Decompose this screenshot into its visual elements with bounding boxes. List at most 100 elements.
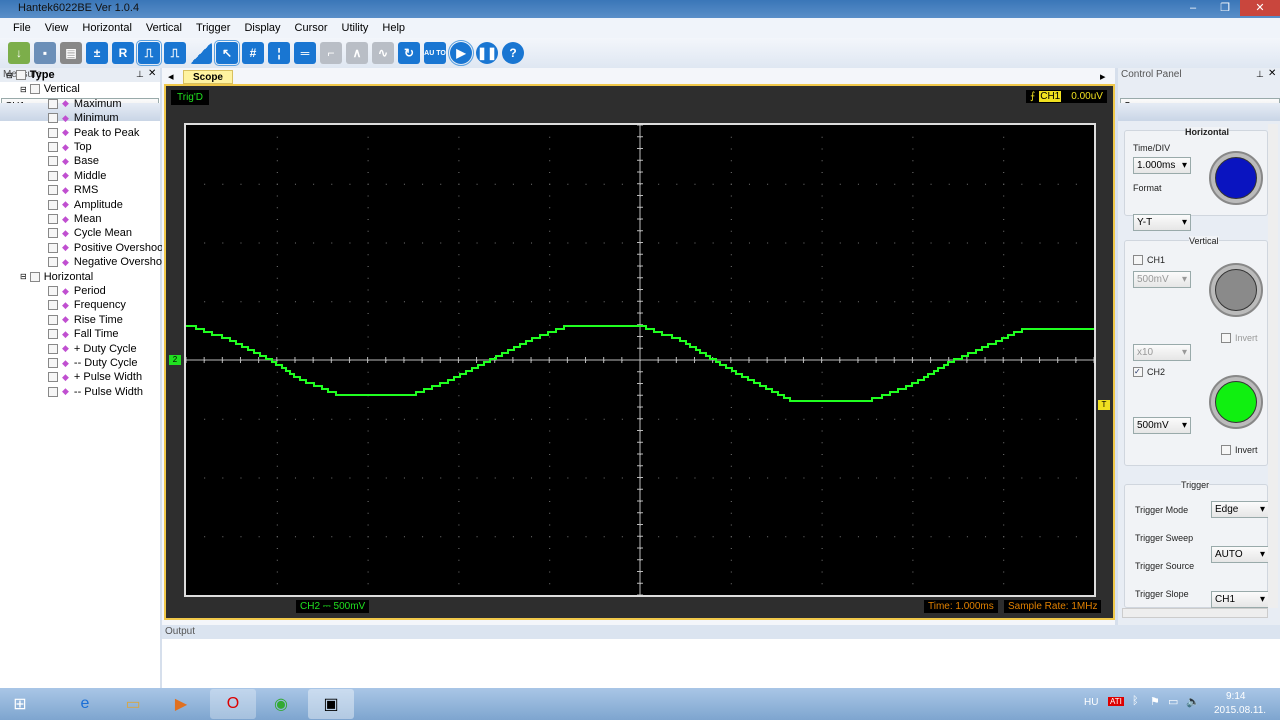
auto-icon[interactable]: AU TO (424, 42, 446, 64)
flag-icon[interactable]: ⚑ (1150, 695, 1160, 708)
ch2-invert-checkbox[interactable] (1221, 445, 1231, 455)
measure-item[interactable]: ◆ Mean (48, 212, 101, 226)
menu-vertical[interactable]: Vertical (146, 22, 182, 34)
measure-item[interactable]: ◆ Minimum (48, 111, 119, 125)
opera-icon[interactable]: O (210, 689, 256, 719)
start-button[interactable]: ⊞ (0, 689, 40, 719)
measure-item[interactable]: ◆ Peak to Peak (48, 126, 139, 140)
trigger-source-select[interactable]: CH1 (1211, 591, 1269, 608)
network-icon[interactable]: ▭ (1168, 695, 1178, 708)
horizontal-scrollbar[interactable] (1122, 608, 1268, 618)
cursor-select-icon[interactable]: ↖ (214, 40, 240, 66)
measure-item[interactable]: ◆ Rise Time (48, 313, 123, 327)
ref-icon[interactable]: R (112, 42, 134, 64)
language-indicator[interactable]: HU (1084, 697, 1098, 708)
measure-item[interactable]: ◆ Maximum (48, 97, 122, 111)
hantek-taskbar-icon[interactable]: ▣ (308, 689, 354, 719)
save-icon[interactable]: ▪ (34, 42, 56, 64)
maximize-button[interactable]: ❐ (1212, 0, 1238, 16)
measure-item[interactable]: ◆ Cycle Mean (48, 226, 132, 240)
measure-item[interactable]: ◆ RMS (48, 183, 98, 197)
ati-icon[interactable]: ATI (1108, 697, 1124, 706)
clock-date[interactable]: 2015.08.11. (1214, 705, 1266, 716)
ch1-volt-select[interactable]: 500mV (1133, 271, 1191, 288)
close-button[interactable]: ✕ (1240, 0, 1280, 16)
measure-item[interactable]: ◆ Top (48, 140, 92, 154)
format-select[interactable]: Y-T (1133, 214, 1191, 231)
tab-left-arrow[interactable]: ◂ (168, 70, 174, 83)
timebase-knob[interactable] (1209, 151, 1263, 205)
menu-utility[interactable]: Utility (342, 22, 369, 34)
measure-item[interactable]: ◆ Fall Time (48, 327, 119, 341)
ch1-invert-checkbox[interactable] (1221, 333, 1231, 343)
ch1-checkbox[interactable] (1133, 255, 1143, 265)
tree-vertical[interactable]: ⊟ Vertical (20, 82, 80, 96)
close-panel-icon[interactable]: ✕ (1268, 68, 1276, 79)
measure-item[interactable]: ◆ Frequency (48, 298, 126, 312)
ch2-checkbox[interactable]: ✓ (1133, 367, 1143, 377)
grid-dot (894, 536, 896, 538)
tab-right-arrow[interactable]: ▸ (1100, 70, 1106, 83)
scope-plot[interactable] (184, 123, 1096, 597)
help-icon[interactable]: ? (502, 42, 524, 64)
measure-item[interactable]: ◆ + Pulse Width (48, 370, 142, 384)
ch1-probe-select[interactable]: x10 (1133, 344, 1191, 361)
horizontal-cursor-icon[interactable]: ═ (294, 42, 316, 64)
volume-icon[interactable]: 🔈 (1186, 695, 1200, 708)
menu-file[interactable]: File (13, 22, 31, 34)
tree-root[interactable]: ⊟ Type (6, 68, 55, 82)
print-icon[interactable]: ▤ (60, 42, 82, 64)
pause-icon[interactable]: ❚❚ (476, 42, 498, 64)
grid-dot (567, 301, 569, 303)
measure-item[interactable]: ◆ Positive Overshoot (48, 241, 166, 255)
open-icon[interactable]: ↓ (8, 42, 30, 64)
ch2-volt-knob[interactable] (1209, 375, 1263, 429)
pin-icon[interactable]: ⊥ (136, 69, 144, 80)
menu-horizontal[interactable]: Horizontal (82, 22, 132, 34)
measure-item[interactable]: ◆ Period (48, 284, 106, 298)
step-icon[interactable]: ⌐ (320, 42, 342, 64)
grid-dot (367, 230, 369, 232)
close-panel-icon[interactable]: ✕ (148, 68, 156, 79)
trigger-mode-select[interactable]: Edge (1211, 501, 1269, 518)
pin-icon[interactable]: ⊥ (1256, 69, 1264, 80)
menu-view[interactable]: View (45, 22, 69, 34)
pulse-icon[interactable]: ⎍ (164, 42, 186, 64)
ch1-volt-knob[interactable] (1209, 263, 1263, 317)
bluetooth-icon[interactable]: ᛒ (1132, 695, 1139, 707)
math-icon[interactable]: ± (86, 42, 108, 64)
tree-horizontal[interactable]: ⊟ Horizontal (20, 270, 93, 284)
trigger-level-marker[interactable]: T (1098, 400, 1110, 410)
refresh-icon[interactable]: ↻ (398, 42, 420, 64)
menu-help[interactable]: Help (382, 22, 405, 34)
tab-scope[interactable]: Scope (183, 70, 233, 84)
clock-time[interactable]: 9:14 (1226, 691, 1245, 702)
vertical-cursor-icon[interactable]: ¦ (268, 42, 290, 64)
measure-item[interactable]: ◆ + Duty Cycle (48, 342, 137, 356)
menu-display[interactable]: Display (244, 22, 280, 34)
square-wave-icon[interactable]: ⎍ (136, 40, 162, 66)
triangle-icon[interactable]: ∧ (346, 42, 368, 64)
menu-trigger[interactable]: Trigger (196, 22, 230, 34)
measure-item[interactable]: ◆ Base (48, 154, 99, 168)
grid-icon[interactable]: # (242, 42, 264, 64)
ramp-icon[interactable] (190, 42, 212, 64)
menu-cursor[interactable]: Cursor (295, 22, 328, 34)
measure-item[interactable]: ◆ -- Duty Cycle (48, 356, 137, 370)
vertical-scrollbar[interactable] (1268, 124, 1278, 608)
timediv-select[interactable]: 1.000ms (1133, 157, 1191, 174)
measure-item[interactable]: ◆ Middle (48, 169, 106, 183)
ie-icon[interactable]: e (62, 689, 108, 719)
explorer-icon[interactable]: ▭ (110, 689, 156, 719)
run-icon[interactable]: ▶ (448, 40, 474, 66)
minimize-button[interactable]: – (1180, 0, 1206, 16)
trigger-sweep-select[interactable]: AUTO (1211, 546, 1269, 563)
media-player-icon[interactable]: ▶ (158, 689, 204, 719)
chrome-icon[interactable]: ◉ (258, 689, 304, 719)
measure-item[interactable]: ◆ Negative Overshoot (48, 255, 171, 269)
sine-icon[interactable]: ∿ (372, 42, 394, 64)
channel-marker[interactable]: 2 (169, 355, 181, 365)
ch2-volt-select[interactable]: 500mV (1133, 417, 1191, 434)
measure-item[interactable]: ◆ Amplitude (48, 198, 123, 212)
measure-item[interactable]: ◆ -- Pulse Width (48, 385, 143, 399)
